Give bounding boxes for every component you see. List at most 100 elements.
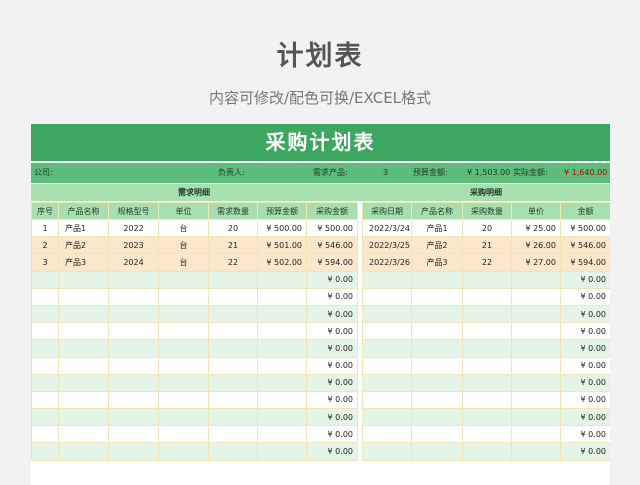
table-cell[interactable] (108, 322, 159, 341)
table-cell[interactable] (58, 408, 109, 427)
table-cell[interactable]: 21 (208, 236, 258, 255)
table-cell[interactable] (462, 408, 512, 427)
table-cell[interactable] (462, 373, 512, 392)
table-cell[interactable]: ¥ 0.00 (560, 390, 610, 410)
table-cell[interactable] (108, 287, 159, 306)
table-cell[interactable] (511, 322, 561, 341)
table-cell[interactable]: 产品3 (411, 253, 463, 272)
table-cell[interactable] (257, 287, 307, 306)
table-cell[interactable]: 3 (31, 253, 59, 272)
table-cell[interactable] (108, 339, 159, 358)
table-cell[interactable] (58, 339, 109, 358)
table-cell[interactable] (158, 270, 209, 289)
demand-value[interactable]: 3 (383, 163, 388, 183)
table-cell[interactable] (257, 425, 307, 444)
table-cell[interactable] (257, 304, 307, 324)
table-cell[interactable] (411, 425, 463, 444)
table-cell[interactable] (511, 373, 561, 392)
table-cell[interactable] (257, 442, 307, 461)
table-cell[interactable] (411, 322, 463, 341)
table-cell[interactable] (511, 304, 561, 324)
table-cell[interactable]: ¥ 0.00 (560, 339, 610, 358)
table-cell[interactable] (208, 304, 258, 324)
table-cell[interactable] (158, 287, 209, 306)
table-cell[interactable] (158, 356, 209, 375)
table-cell[interactable] (257, 339, 307, 358)
table-cell[interactable] (158, 425, 209, 444)
table-cell[interactable]: 2022/3/26 (362, 253, 412, 272)
table-cell[interactable] (362, 339, 412, 358)
table-cell[interactable]: ¥ 594.00 (560, 253, 610, 272)
table-cell[interactable] (31, 304, 59, 324)
budget-value[interactable]: ¥ 1,503.00 (467, 163, 510, 183)
table-cell[interactable] (158, 373, 209, 392)
table-cell[interactable] (208, 339, 258, 358)
table-cell[interactable] (462, 356, 512, 375)
table-cell[interactable] (362, 304, 412, 324)
table-cell[interactable] (362, 373, 412, 392)
table-cell[interactable] (257, 322, 307, 341)
table-cell[interactable] (31, 322, 59, 341)
table-cell[interactable]: 台 (158, 236, 209, 255)
table-cell[interactable] (108, 356, 159, 375)
table-cell[interactable] (108, 304, 159, 324)
actual-value[interactable]: ¥ 1,640.00 (564, 163, 607, 183)
table-cell[interactable] (511, 390, 561, 410)
table-cell[interactable]: ¥ 0.00 (560, 408, 610, 427)
table-cell[interactable] (462, 339, 512, 358)
table-cell[interactable]: ¥ 0.00 (306, 270, 358, 289)
table-cell[interactable]: 产品1 (411, 218, 463, 238)
table-cell[interactable] (58, 270, 109, 289)
table-cell[interactable] (58, 287, 109, 306)
table-cell[interactable] (108, 390, 159, 410)
table-cell[interactable]: 20 (462, 218, 512, 238)
table-cell[interactable] (158, 390, 209, 410)
table-cell[interactable]: ¥ 0.00 (306, 304, 358, 324)
table-cell[interactable] (257, 270, 307, 289)
table-cell[interactable]: ¥ 500.00 (560, 218, 610, 238)
table-cell[interactable]: 21 (462, 236, 512, 255)
table-cell[interactable] (362, 442, 412, 461)
table-cell[interactable] (58, 304, 109, 324)
table-cell[interactable] (411, 442, 463, 461)
table-cell[interactable] (411, 408, 463, 427)
table-cell[interactable]: 产品3 (58, 253, 109, 272)
table-cell[interactable] (257, 408, 307, 427)
table-cell[interactable] (31, 339, 59, 358)
table-cell[interactable] (411, 390, 463, 410)
table-cell[interactable] (362, 287, 412, 306)
table-cell[interactable]: 2024 (108, 253, 159, 272)
table-cell[interactable]: 台 (158, 218, 209, 238)
table-cell[interactable] (58, 322, 109, 341)
table-cell[interactable] (511, 408, 561, 427)
table-cell[interactable]: ¥ 0.00 (306, 322, 358, 341)
table-cell[interactable] (158, 322, 209, 341)
table-cell[interactable]: ¥ 0.00 (560, 322, 610, 341)
table-cell[interactable]: 22 (208, 253, 258, 272)
table-cell[interactable]: 22 (462, 253, 512, 272)
table-cell[interactable]: ¥ 0.00 (306, 408, 358, 427)
table-cell[interactable]: ¥ 0.00 (306, 442, 358, 461)
table-cell[interactable] (462, 425, 512, 444)
table-cell[interactable] (158, 339, 209, 358)
table-cell[interactable] (158, 304, 209, 324)
table-cell[interactable]: 产品2 (411, 236, 463, 255)
table-cell[interactable] (208, 356, 258, 375)
table-cell[interactable]: ¥ 0.00 (306, 339, 358, 358)
table-cell[interactable] (208, 442, 258, 461)
table-cell[interactable]: ¥ 0.00 (560, 287, 610, 306)
table-cell[interactable] (158, 408, 209, 427)
table-cell[interactable] (511, 425, 561, 444)
table-cell[interactable]: ¥ 27.00 (511, 253, 561, 272)
table-cell[interactable] (208, 425, 258, 444)
table-cell[interactable] (362, 356, 412, 375)
table-cell[interactable] (158, 442, 209, 461)
table-cell[interactable] (511, 270, 561, 289)
table-cell[interactable]: ¥ 0.00 (560, 304, 610, 324)
table-cell[interactable] (31, 408, 59, 427)
table-cell[interactable]: ¥ 546.00 (306, 236, 358, 255)
table-cell[interactable] (208, 322, 258, 341)
table-cell[interactable] (208, 373, 258, 392)
table-cell[interactable] (257, 356, 307, 375)
table-cell[interactable] (108, 373, 159, 392)
